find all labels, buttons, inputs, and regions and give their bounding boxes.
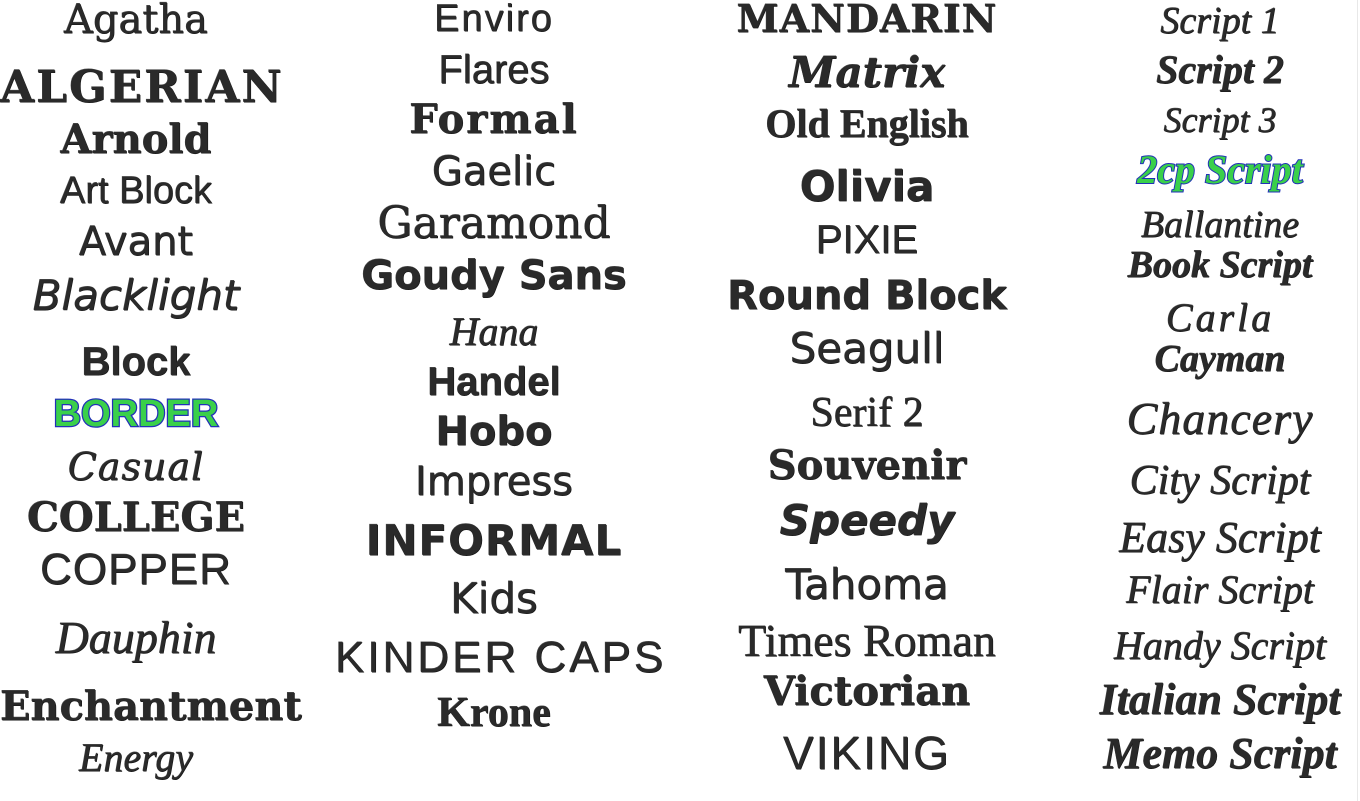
font-column-1: Agatha ALGERIAN Arnold Art Block Avant B… [0,0,302,801]
font-column-3: MANDARIN Matrix Old English Olivia PIXIE… [712,0,1022,801]
font-sample-script-3: Script 3 [1163,100,1277,140]
font-sample-algerian: ALGERIAN [0,62,284,113]
font-sample-avant: Avant [78,219,194,265]
font-sample-blacklight: Blacklight [32,271,240,320]
font-sample-tahoma: Tahoma [785,560,949,609]
font-sample-flair-script: Flair Script [1126,567,1314,612]
right-edge-divider [1357,0,1358,801]
font-sample-script-2: Script 2 [1156,47,1284,92]
font-sample-mandarin: MANDARIN [736,0,998,41]
font-sample-flares: Flares [438,48,550,92]
font-sample-round-block: Round Block [727,273,1007,319]
font-column-2: Enviro Flares Formal Gaelic Garamond Gou… [335,0,667,801]
font-sample-chancery: Chancery [1126,393,1314,444]
font-sample-victorian: Victorian [763,668,971,715]
font-sample-krone: Krone [437,690,551,736]
font-sample-old-english: Old English [765,101,969,146]
font-sample-enchantment: Enchantment [0,683,302,730]
font-sample-goudy-sans: Goudy Sans [361,253,627,299]
font-sample-serif-2: Serif 2 [810,390,924,436]
font-sample-italian-script: Italian Script [1099,675,1341,724]
font-sample-times-roman: Times Roman [738,615,996,666]
font-sample-city-script: City Script [1129,458,1311,504]
font-sample-2cp-script: 2cp Script [1136,147,1304,192]
font-sample-hana: Hana [449,309,539,354]
font-sample-block: Block [81,340,191,384]
font-column-4: Script 1 Script 2 Script 3 2cp Script Ba… [1080,0,1360,801]
font-sample-informal: INFORMAL [365,516,623,565]
font-sample-dauphin: Dauphin [55,612,217,663]
font-sample-handel: Handel [427,360,561,404]
font-sample-hobo: Hobo [435,409,553,455]
font-sample-pixie: PIXIE [815,218,919,262]
font-sample-impress: Impress [414,459,573,505]
font-sample-carla: Carla [1165,295,1275,340]
font-sample-kinder-caps: KINDER CAPS [335,633,667,682]
font-sample-enviro: Enviro [434,0,554,40]
font-sample-garamond: Garamond [377,198,611,249]
font-sample-art-block: Art Block [59,170,213,212]
font-sample-college: COLLEGE [26,494,246,541]
font-sample-seagull: Seagull [789,324,945,373]
font-sample-gaelic: Gaelic [431,149,557,195]
font-sample-copper: COPPER [40,545,232,594]
font-sample-energy: Energy [78,735,194,780]
font-sample-handy-script: Handy Script [1113,623,1327,668]
font-sample-viking: VIKING [783,727,951,779]
font-sample-olivia: Olivia [799,162,935,211]
font-sample-souvenir: Souvenir [767,442,967,489]
font-sample-easy-script: Easy Script [1119,513,1321,562]
font-sample-cayman: Cayman [1154,338,1286,380]
font-sample-book-script: Book Script [1127,244,1313,286]
font-sample-casual: Casual [67,445,205,489]
font-sample-script-1: Script 1 [1160,0,1280,42]
font-sample-formal: Formal [409,96,579,143]
font-sample-arnold: Arnold [60,116,212,163]
font-sample-matrix: Matrix [788,48,946,97]
font-sample-ballantine: Ballantine [1140,204,1300,246]
font-sample-agatha: Agatha [63,0,209,43]
font-sample-kids: Kids [450,574,538,623]
font-chart: Agatha ALGERIAN Arnold Art Block Avant B… [0,0,1360,801]
font-sample-border: BORDER [52,393,219,435]
font-sample-speedy: Speedy [779,496,955,545]
font-sample-memo-script: Memo Script [1103,729,1337,778]
